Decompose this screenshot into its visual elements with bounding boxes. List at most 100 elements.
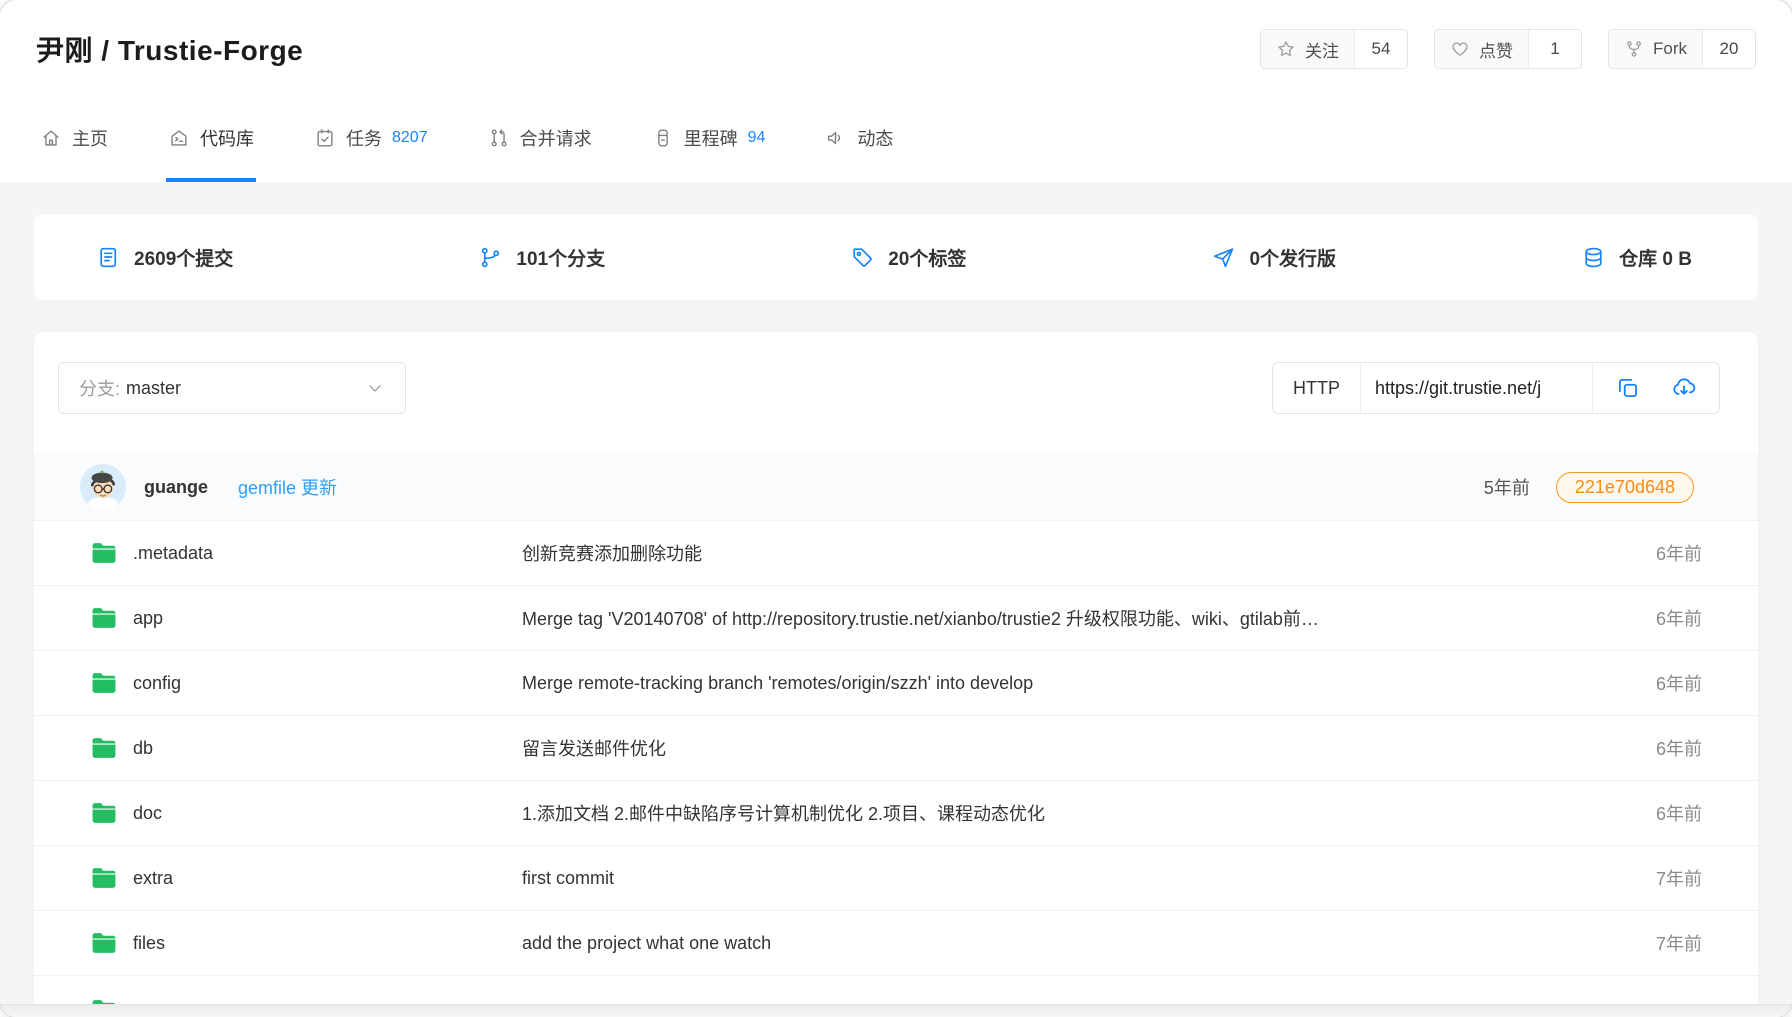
tab-issues-label: 任务 [346, 125, 382, 151]
praise-label-segment: 点赞 [1435, 30, 1529, 68]
stat-tags-label: 20个标签 [888, 244, 966, 271]
repo-browser-card: 分支: master HTTP [34, 332, 1758, 1017]
tab-code-label: 代码库 [200, 125, 254, 151]
praise-count: 1 [1529, 30, 1581, 68]
file-name-cell: doc [90, 801, 522, 825]
task-icon [314, 127, 336, 149]
release-icon [1211, 245, 1236, 270]
header-actions: 关注 54 点赞 1 Fork 20 [1260, 29, 1756, 69]
commit-time: 5年前 [1484, 474, 1530, 500]
fork-button[interactable]: Fork 20 [1608, 29, 1756, 69]
repo-header: 尹刚 / Trustie-Forge 关注 54 点赞 1 Fork [0, 0, 1792, 98]
tag-icon [850, 245, 875, 270]
file-name-cell: db [90, 736, 522, 760]
stat-releases-label: 0个发行版 [1249, 244, 1336, 271]
stat-commits[interactable]: 2609个提交 [96, 244, 233, 271]
file-commit-time: 6年前 [1602, 540, 1702, 566]
branch-icon [478, 245, 503, 270]
folder-icon [90, 606, 118, 630]
file-name[interactable]: .metadata [133, 543, 213, 564]
table-row: config Merge remote-tracking branch 'rem… [34, 650, 1758, 715]
commit-author[interactable]: guange [144, 477, 208, 498]
folder-icon [90, 736, 118, 760]
commits-icon [96, 245, 121, 270]
file-commit-time: 6年前 [1602, 670, 1702, 696]
folder-icon [90, 931, 118, 955]
tab-milestones-count: 94 [748, 129, 766, 147]
praise-label: 点赞 [1479, 37, 1513, 62]
file-commit-message[interactable]: Merge remote-tracking branch 'remotes/or… [522, 673, 1602, 694]
tab-pulls[interactable]: 合并请求 [486, 98, 594, 182]
table-row: extra first commit 7年前 [34, 845, 1758, 910]
activity-icon [825, 127, 847, 149]
chevron-down-icon [365, 378, 385, 398]
folder-icon [90, 866, 118, 890]
tab-milestones[interactable]: 里程碑 94 [650, 98, 768, 182]
protocol-selector[interactable]: HTTP [1273, 363, 1361, 413]
commit-message-link[interactable]: gemfile 更新 [238, 474, 337, 500]
tab-home[interactable]: 主页 [38, 98, 110, 182]
file-commit-message[interactable]: 1.添加文档 2.邮件中缺陷序号计算机制优化 2.项目、课程动态优化 [522, 800, 1602, 826]
stat-repo-size[interactable]: 仓库 0 B [1581, 244, 1692, 271]
clone-actions [1593, 363, 1719, 413]
file-name-cell: extra [90, 866, 522, 890]
stat-branches[interactable]: 101个分支 [478, 244, 605, 271]
file-commit-time: 7年前 [1602, 930, 1702, 956]
avatar[interactable] [80, 464, 126, 510]
file-name[interactable]: extra [133, 868, 173, 889]
tab-pulls-label: 合并请求 [520, 125, 592, 151]
file-name[interactable]: config [133, 673, 181, 694]
watch-button[interactable]: 关注 54 [1260, 29, 1408, 69]
heart-icon [1450, 39, 1470, 59]
file-commit-message[interactable]: first commit [522, 868, 1602, 889]
file-commit-message[interactable]: 创新竞赛添加删除功能 [522, 540, 1602, 566]
folder-icon [90, 671, 118, 695]
file-table: .metadata 创新竞赛添加删除功能 6年前 app Merge tag '… [34, 520, 1758, 1017]
file-name[interactable]: app [133, 608, 163, 629]
praise-button[interactable]: 点赞 1 [1434, 29, 1582, 69]
repo-tabs: 主页 代码库 任务 8207 合并请求 里程碑 94 动态 [0, 98, 1792, 182]
file-name[interactable]: db [133, 738, 153, 759]
commit-meta: 5年前 221e70d648 [1484, 472, 1694, 503]
avatar-image [80, 464, 126, 510]
tab-issues[interactable]: 任务 8207 [312, 98, 430, 182]
folder-icon [90, 801, 118, 825]
tab-issues-count: 8207 [392, 129, 428, 147]
table-row: doc 1.添加文档 2.邮件中缺陷序号计算机制优化 2.项目、课程动态优化 6… [34, 780, 1758, 845]
tab-code[interactable]: 代码库 [166, 98, 256, 182]
commit-sha-badge[interactable]: 221e70d648 [1556, 472, 1694, 503]
branch-selector[interactable]: 分支: master [58, 362, 406, 414]
repo-stats-bar: 2609个提交 101个分支 20个标签 0个发行版 仓库 0 B [34, 214, 1758, 300]
branch-label: 分支: [79, 375, 120, 401]
tab-activity[interactable]: 动态 [823, 98, 895, 182]
window-bottom-edge [0, 1004, 1792, 1017]
app-window: 尹刚 / Trustie-Forge 关注 54 点赞 1 Fork [0, 0, 1792, 1017]
repo-toolbar: 分支: master HTTP [34, 332, 1758, 454]
fork-icon [1624, 39, 1644, 59]
file-commit-message[interactable]: 留言发送邮件优化 [522, 735, 1602, 761]
home-icon [40, 127, 62, 149]
cloud-download-icon[interactable] [1671, 375, 1697, 401]
tab-activity-label: 动态 [857, 125, 893, 151]
tab-milestones-label: 里程碑 [684, 125, 738, 151]
file-commit-message[interactable]: add the project what one watch [522, 933, 1602, 954]
fork-count: 20 [1703, 30, 1755, 68]
file-name[interactable]: doc [133, 803, 162, 824]
content-area: 2609个提交 101个分支 20个标签 0个发行版 仓库 0 B [0, 182, 1792, 1017]
file-commit-time: 7年前 [1602, 865, 1702, 891]
file-commit-time: 6年前 [1602, 605, 1702, 631]
stat-tags[interactable]: 20个标签 [850, 244, 966, 271]
merge-icon [488, 127, 510, 149]
file-name-cell: files [90, 931, 522, 955]
file-name-cell: config [90, 671, 522, 695]
stat-releases[interactable]: 0个发行版 [1211, 244, 1336, 271]
code-icon [168, 127, 190, 149]
folder-icon [90, 541, 118, 565]
stat-repo-size-label: 仓库 0 B [1619, 244, 1692, 271]
copy-icon[interactable] [1615, 375, 1641, 401]
file-commit-message[interactable]: Merge tag 'V20140708' of http://reposito… [522, 605, 1602, 631]
table-row: .metadata 创新竞赛添加删除功能 6年前 [34, 520, 1758, 585]
clone-url-input[interactable] [1361, 363, 1593, 413]
file-name[interactable]: files [133, 933, 165, 954]
file-name-cell: .metadata [90, 541, 522, 565]
